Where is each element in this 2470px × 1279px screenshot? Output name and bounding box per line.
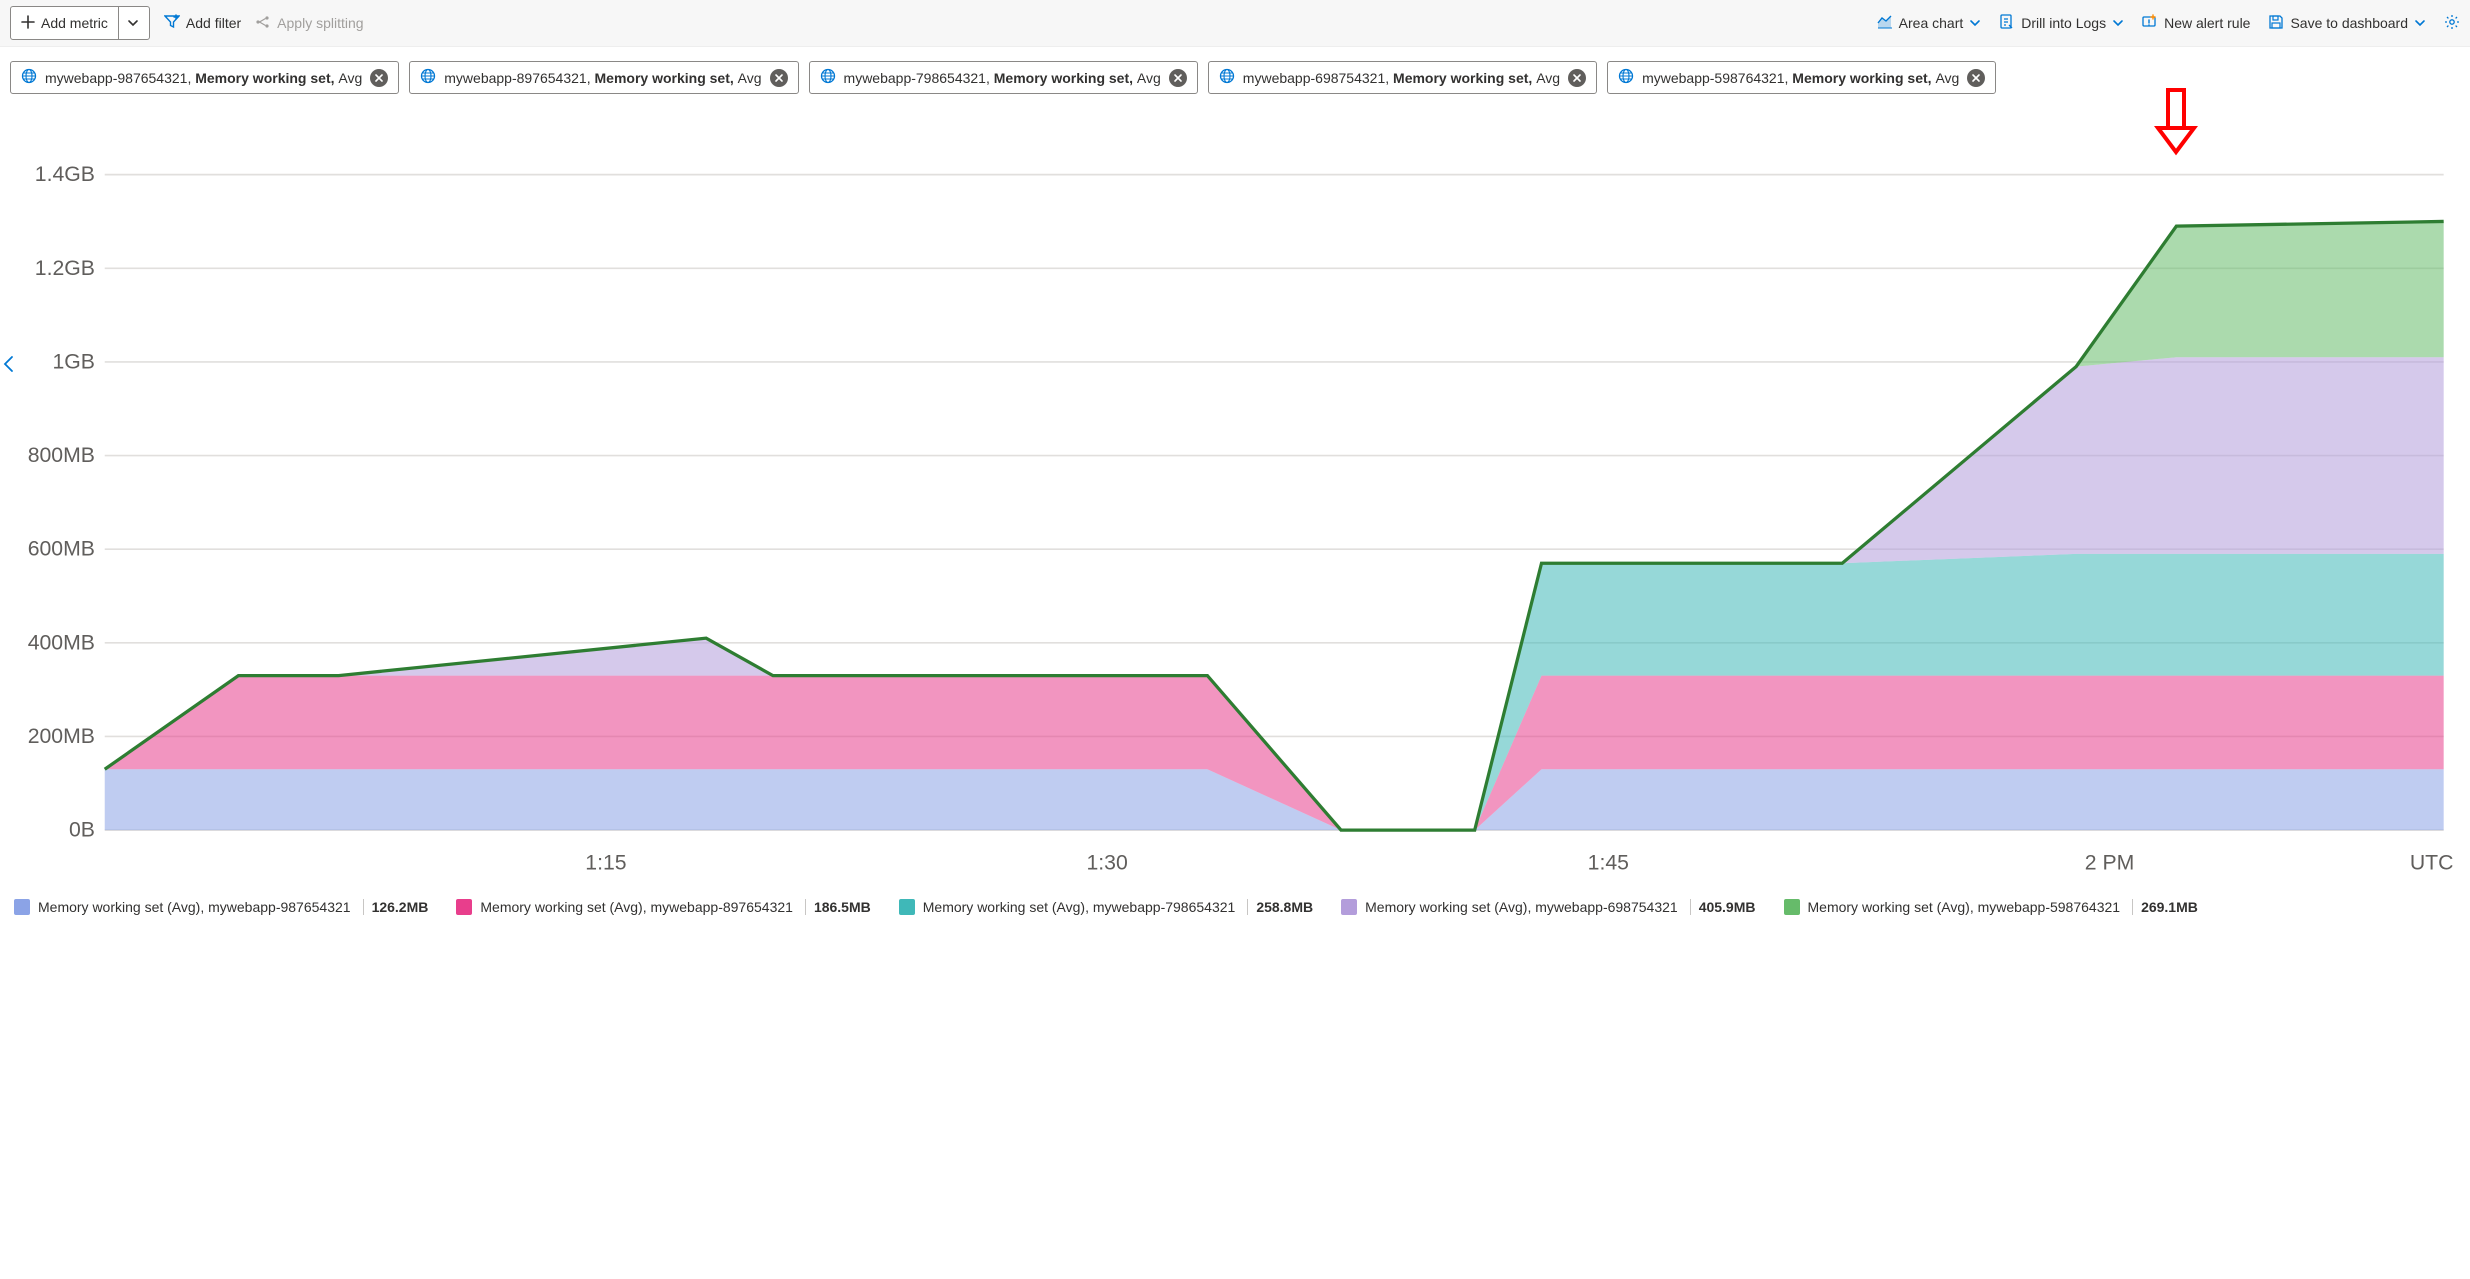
- area-chart-icon: [1877, 14, 1893, 33]
- chevron-down-icon: [2112, 17, 2124, 29]
- chip-text: mywebapp-798654321, Memory working set, …: [844, 70, 1161, 86]
- apply-splitting-label: Apply splitting: [277, 15, 363, 31]
- metric-chip[interactable]: mywebapp-598764321, Memory working set, …: [1607, 61, 1996, 94]
- area-chart-svg[interactable]: 0B 200MB 400MB 600MB 800MB 1GB 1.2GB 1.4GB 1:15 1…: [10, 118, 2460, 886]
- drill-logs-label: Drill into Logs: [2021, 15, 2106, 31]
- toolbar: Add metric Add filter Apply splitting Ar…: [0, 0, 2470, 47]
- add-filter-label: Add filter: [186, 15, 241, 31]
- chevron-down-icon: [2414, 17, 2426, 29]
- alert-icon: [2142, 14, 2158, 33]
- globe-icon: [1618, 68, 1634, 87]
- drill-logs-button[interactable]: Drill into Logs: [1999, 14, 2124, 33]
- chip-remove[interactable]: [770, 69, 788, 87]
- legend-label: Memory working set (Avg), mywebapp-89765…: [480, 899, 793, 915]
- svg-text:UTC: UTC: [2410, 851, 2454, 874]
- legend-value: 186.5MB: [805, 899, 871, 915]
- globe-icon: [1219, 68, 1235, 87]
- legend-value: 126.2MB: [363, 899, 429, 915]
- toolbar-left: Add metric Add filter Apply splitting: [10, 6, 364, 40]
- new-alert-label: New alert rule: [2164, 15, 2250, 31]
- save-dashboard-button[interactable]: Save to dashboard: [2268, 14, 2426, 33]
- chip-remove[interactable]: [1967, 69, 1985, 87]
- chip-text: mywebapp-698754321, Memory working set, …: [1243, 70, 1560, 86]
- svg-text:400MB: 400MB: [28, 631, 95, 654]
- add-metric-dropdown[interactable]: [118, 7, 139, 39]
- legend: Memory working set (Avg), mywebapp-98765…: [0, 889, 2470, 931]
- legend-value: 258.8MB: [1247, 899, 1313, 915]
- legend-item[interactable]: Memory working set (Avg), mywebapp-89765…: [456, 899, 870, 915]
- legend-swatch: [899, 899, 915, 915]
- legend-label: Memory working set (Avg), mywebapp-59876…: [1808, 899, 2121, 915]
- legend-swatch: [1341, 899, 1357, 915]
- svg-text:1GB: 1GB: [52, 350, 94, 373]
- area-chart-label: Area chart: [1899, 15, 1964, 31]
- toolbar-right: Area chart Drill into Logs New alert rul…: [1877, 14, 2460, 33]
- globe-icon: [420, 68, 436, 87]
- legend-swatch: [1784, 899, 1800, 915]
- svg-text:1.2GB: 1.2GB: [35, 257, 95, 280]
- legend-item[interactable]: Memory working set (Avg), mywebapp-98765…: [14, 899, 428, 915]
- settings-button[interactable]: [2444, 14, 2460, 33]
- chip-remove[interactable]: [1568, 69, 1586, 87]
- svg-text:1:30: 1:30: [1086, 851, 1127, 874]
- save-icon: [2268, 14, 2284, 33]
- globe-icon: [21, 68, 37, 87]
- gear-icon: [2444, 14, 2460, 33]
- legend-value: 269.1MB: [2132, 899, 2198, 915]
- plus-icon: [21, 15, 35, 32]
- metric-chip[interactable]: mywebapp-987654321, Memory working set, …: [10, 61, 399, 94]
- chip-remove[interactable]: [1169, 69, 1187, 87]
- metric-chip[interactable]: mywebapp-698754321, Memory working set, …: [1208, 61, 1597, 94]
- chevron-down-icon: [1969, 17, 1981, 29]
- legend-item[interactable]: Memory working set (Avg), mywebapp-69875…: [1341, 899, 1755, 915]
- legend-swatch: [14, 899, 30, 915]
- legend-label: Memory working set (Avg), mywebapp-79865…: [923, 899, 1236, 915]
- chevron-down-icon: [127, 17, 139, 29]
- svg-text:0B: 0B: [69, 819, 95, 842]
- svg-text:2 PM: 2 PM: [2085, 851, 2135, 874]
- legend-value: 405.9MB: [1690, 899, 1756, 915]
- area-chart-button[interactable]: Area chart: [1877, 14, 1982, 33]
- chip-text: mywebapp-897654321, Memory working set, …: [444, 70, 761, 86]
- legend-label: Memory working set (Avg), mywebapp-98765…: [38, 899, 351, 915]
- metric-chips: mywebapp-987654321, Memory working set, …: [0, 47, 2470, 94]
- svg-text:1:15: 1:15: [585, 851, 626, 874]
- legend-label: Memory working set (Avg), mywebapp-69875…: [1365, 899, 1678, 915]
- split-icon: [255, 14, 271, 33]
- legend-item[interactable]: Memory working set (Avg), mywebapp-59876…: [1784, 899, 2198, 915]
- new-alert-button[interactable]: New alert rule: [2142, 14, 2250, 33]
- svg-text:800MB: 800MB: [28, 444, 95, 467]
- svg-text:1:45: 1:45: [1588, 851, 1629, 874]
- apply-splitting-button: Apply splitting: [255, 14, 363, 33]
- svg-text:600MB: 600MB: [28, 538, 95, 561]
- add-metric-button[interactable]: Add metric: [10, 6, 150, 40]
- chip-remove[interactable]: [370, 69, 388, 87]
- save-dashboard-label: Save to dashboard: [2290, 15, 2408, 31]
- legend-swatch: [456, 899, 472, 915]
- chip-text: mywebapp-987654321, Memory working set, …: [45, 70, 362, 86]
- chart-area: 0B 200MB 400MB 600MB 800MB 1GB 1.2GB 1.4GB 1:15 1…: [0, 94, 2470, 889]
- logs-icon: [1999, 14, 2015, 33]
- svg-text:1.4GB: 1.4GB: [35, 163, 95, 186]
- metric-chip[interactable]: mywebapp-798654321, Memory working set, …: [809, 61, 1198, 94]
- chip-text: mywebapp-598764321, Memory working set, …: [1642, 70, 1959, 86]
- filter-icon: [164, 14, 180, 33]
- add-filter-button[interactable]: Add filter: [164, 14, 241, 33]
- add-metric-label: Add metric: [41, 15, 108, 31]
- metric-chip[interactable]: mywebapp-897654321, Memory working set, …: [409, 61, 798, 94]
- svg-text:200MB: 200MB: [28, 725, 95, 748]
- legend-item[interactable]: Memory working set (Avg), mywebapp-79865…: [899, 899, 1313, 915]
- globe-icon: [820, 68, 836, 87]
- chart-svg-wrap: 0B 200MB 400MB 600MB 800MB 1GB 1.2GB 1.4GB 1:15 1…: [10, 118, 2460, 889]
